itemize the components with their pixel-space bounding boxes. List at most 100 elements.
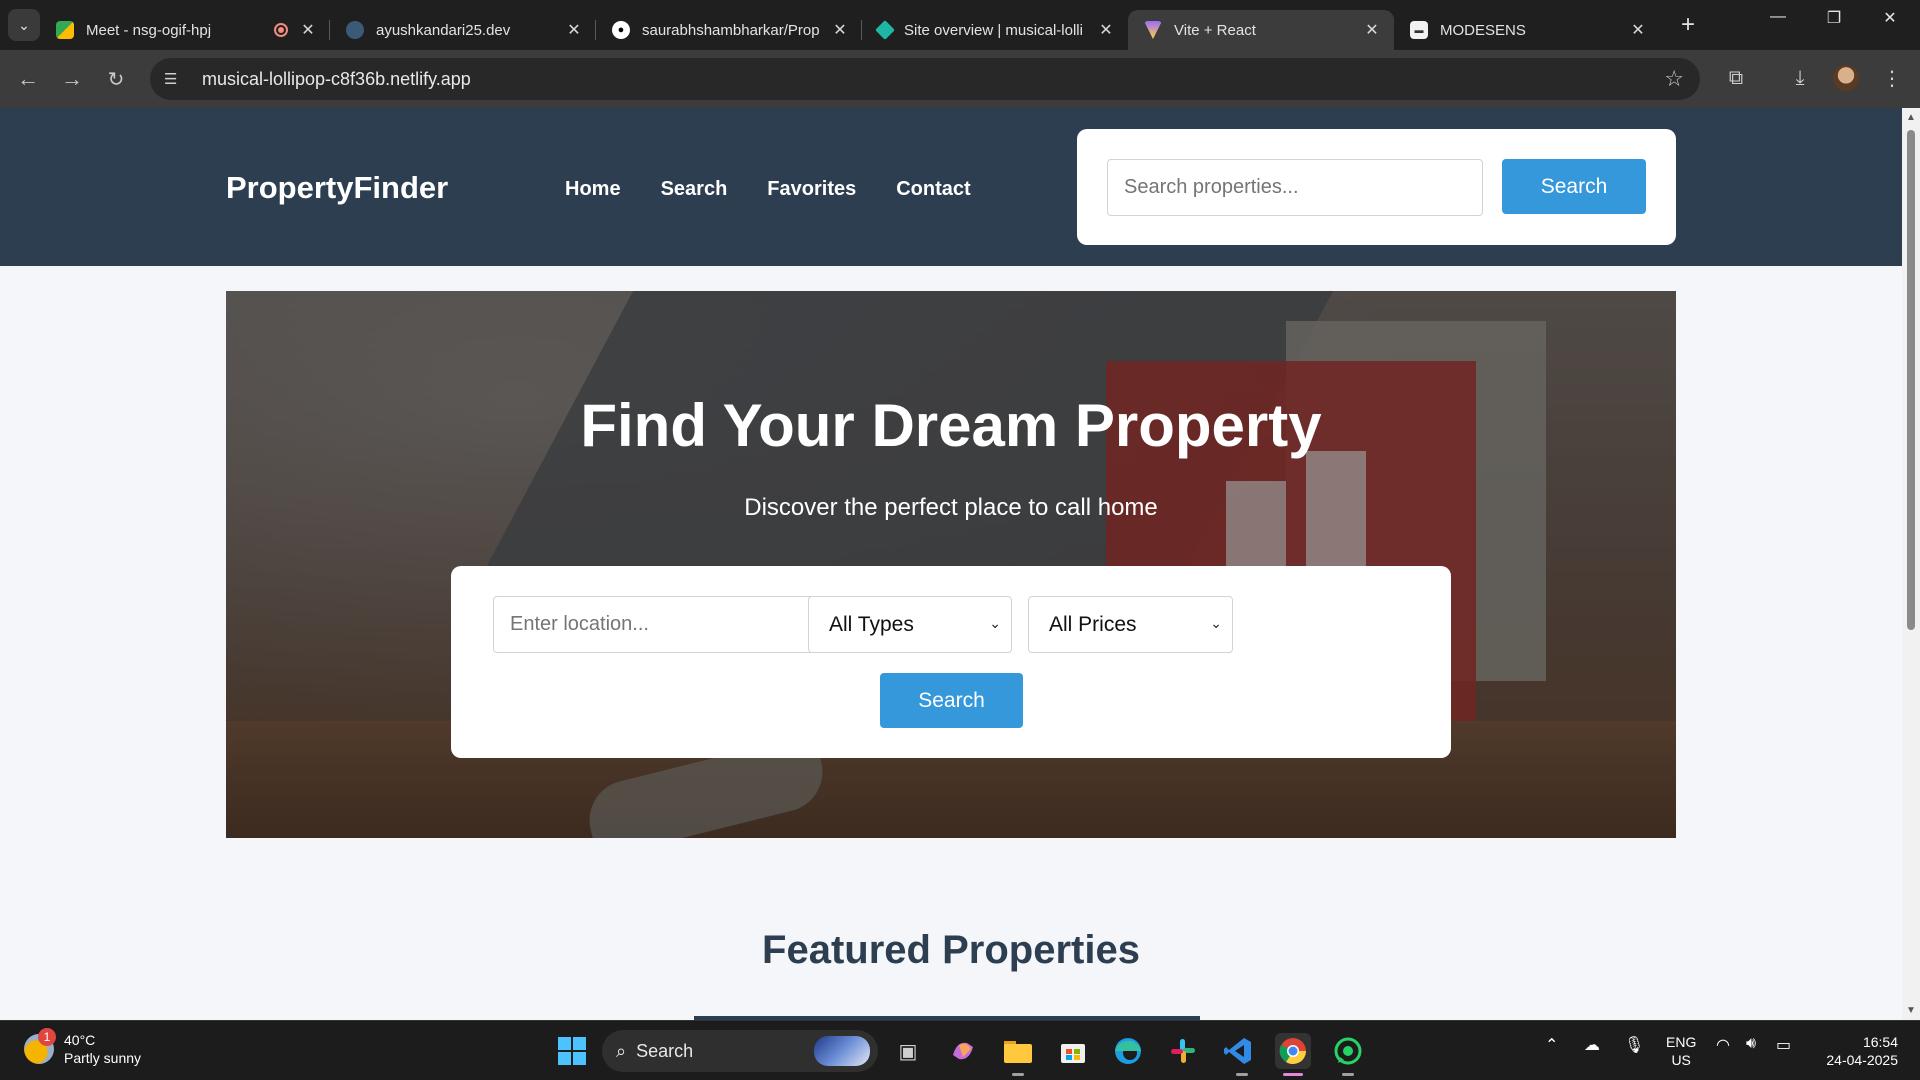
scrollbar-thumb[interactable] [1907,130,1915,630]
site-info-icon[interactable]: ☰ [164,70,184,88]
close-tab-icon[interactable]: ✕ [564,20,584,40]
site-globe-icon [346,21,364,39]
header-search-button[interactable]: Search [1502,159,1646,214]
price-select-value: All Prices [1049,612,1137,636]
microsoft-store-icon[interactable] [1055,1033,1091,1069]
nav-home[interactable]: Home [565,178,621,201]
netlify-icon [875,20,895,40]
scroll-up-icon[interactable]: ▲ [1902,112,1920,123]
tab-meet[interactable]: Meet - nsg-ogif-hpj ✕ [40,10,330,50]
tab-title: Meet - nsg-ogif-hpj [86,21,212,39]
close-tab-icon[interactable]: ✕ [1362,20,1382,40]
close-tab-icon[interactable]: ✕ [1096,20,1116,40]
minimize-icon[interactable]: — [1758,8,1798,26]
volume-icon[interactable]: 🔊︎ [1746,1035,1756,1053]
close-tab-icon[interactable]: ✕ [298,20,318,40]
browser-tab-strip: ⌄ Meet - nsg-ogif-hpj ✕ ayushkandari25.d… [0,0,1920,50]
search-icon: ⌕ [616,1040,627,1061]
hero-search-button[interactable]: Search [880,673,1023,728]
whatsapp-icon[interactable] [1330,1033,1366,1069]
tab-search-button[interactable]: ⌄ [8,9,40,41]
app-open-indicator [1012,1073,1024,1076]
close-tab-icon[interactable]: ✕ [1628,20,1648,40]
wifi-icon[interactable]: ◠ [1716,1035,1730,1055]
partly-sunny-icon: 1 [24,1028,56,1064]
scroll-down-icon[interactable]: ▼ [1902,1005,1920,1016]
search-highlight-image [814,1036,870,1066]
site-logo[interactable]: PropertyFinder [226,170,448,206]
nav-search[interactable]: Search [661,178,728,201]
onedrive-cloud-icon[interactable]: ☁ [1584,1035,1600,1055]
tab-title: MODESENS [1440,21,1526,39]
close-tab-icon[interactable]: ✕ [830,20,850,40]
tab-title: saurabhshambharkar/Prop [642,21,820,39]
vscode-icon[interactable] [1220,1033,1256,1069]
taskbar-search[interactable]: ⌕ Search [602,1030,878,1072]
profile-avatar[interactable] [1828,60,1864,96]
bookmark-star-icon[interactable]: ☆ [1664,66,1684,92]
modesens-icon: ▬ [1410,21,1428,39]
tab-ayushkandari[interactable]: ayushkandari25.dev ✕ [330,10,596,50]
tab-title: Site overview | musical-lolli [904,21,1083,39]
tab-github[interactable]: ● saurabhshambharkar/Prop ✕ [596,10,862,50]
weather-temp: 40°C [64,1032,96,1048]
chevron-down-icon: ⌄ [1210,615,1222,631]
microphone-icon[interactable]: 🎙︎ [1624,1035,1644,1055]
copilot-icon[interactable] [945,1033,981,1069]
chrome-icon[interactable] [1275,1033,1311,1069]
site-header: PropertyFinder Home Search Favorites Con… [0,108,1902,266]
restore-icon[interactable]: ❐ [1814,8,1854,28]
taskbar-search-label: Search [636,1040,694,1061]
extensions-icon[interactable]: ⧉ [1718,60,1754,96]
battery-icon[interactable]: ▭ [1776,1035,1791,1055]
app-active-indicator [1283,1073,1303,1076]
browser-toolbar: ← → ↻ ☰ musical-lollipop-c8f36b.netlify.… [0,50,1920,108]
page-scrollbar[interactable]: ▲ ▼ [1902,108,1920,1020]
show-hidden-icons-chevron-up-icon[interactable]: ⌃ [1545,1035,1558,1055]
language-code: ENG [1666,1034,1697,1050]
back-icon[interactable]: ← [10,61,46,97]
system-clock[interactable]: 16:54 24-04-2025 [1818,1033,1898,1069]
tab-modesens[interactable]: ▬ MODESENS ✕ [1394,10,1660,50]
file-explorer-icon[interactable] [1000,1033,1036,1069]
recording-icon [274,23,288,37]
task-view-icon[interactable]: ▣ [890,1033,926,1069]
weather-desc: Partly sunny [64,1050,142,1066]
url-text[interactable]: musical-lollipop-c8f36b.netlify.app [202,69,471,90]
download-icon[interactable]: ⤓ [1782,60,1818,96]
property-search-form: All Types ⌄ All Prices ⌄ Search [451,566,1451,758]
windows-start-icon[interactable] [554,1033,590,1069]
clock-time: 16:54 [1862,1034,1898,1050]
language-indicator[interactable]: ENG US [1666,1033,1696,1069]
google-meet-icon [56,21,74,39]
close-window-icon[interactable]: ✕ [1870,8,1910,28]
windows-taskbar: 1 40°C Partly sunny ⌕ Search ▣ ⌃ ☁ 🎙︎ EN… [0,1020,1920,1080]
price-select[interactable]: All Prices ⌄ [1028,596,1233,653]
tab-netlify[interactable]: Site overview | musical-lolli ✕ [862,10,1128,50]
region-code: US [1671,1052,1691,1068]
menu-kebab-icon[interactable]: ⋮ [1874,60,1910,96]
tab-title: Vite + React [1174,21,1256,39]
reload-icon[interactable]: ↻ [98,61,134,97]
header-search-input[interactable] [1107,159,1483,216]
header-search-box: Search [1077,129,1676,245]
app-open-indicator [1236,1073,1248,1076]
hero-banner: Find Your Dream Property Discover the pe… [226,291,1676,838]
nav-favorites[interactable]: Favorites [767,178,856,201]
hero-subtitle: Discover the perfect place to call home [744,494,1158,521]
tab-vite-react[interactable]: Vite + React ✕ [1128,10,1394,50]
weather-widget[interactable]: 1 40°C Partly sunny [24,1028,142,1067]
slack-icon[interactable] [1165,1033,1201,1069]
github-icon: ● [612,21,630,39]
forward-icon[interactable]: → [54,61,90,97]
new-tab-icon[interactable]: + [1674,11,1702,39]
edge-icon[interactable] [1110,1033,1146,1069]
vite-icon [1144,21,1162,39]
nav-contact[interactable]: Contact [896,178,970,201]
main-nav: Home Search Favorites Contact [565,178,971,201]
tab-title: ayushkandari25.dev [376,21,511,39]
address-bar[interactable]: ☰ musical-lollipop-c8f36b.netlify.app ☆ [150,58,1700,100]
featured-properties-heading: Featured Properties [762,928,1140,972]
type-select[interactable]: All Types ⌄ [808,596,1012,653]
hero-title: Find Your Dream Property [580,392,1322,459]
